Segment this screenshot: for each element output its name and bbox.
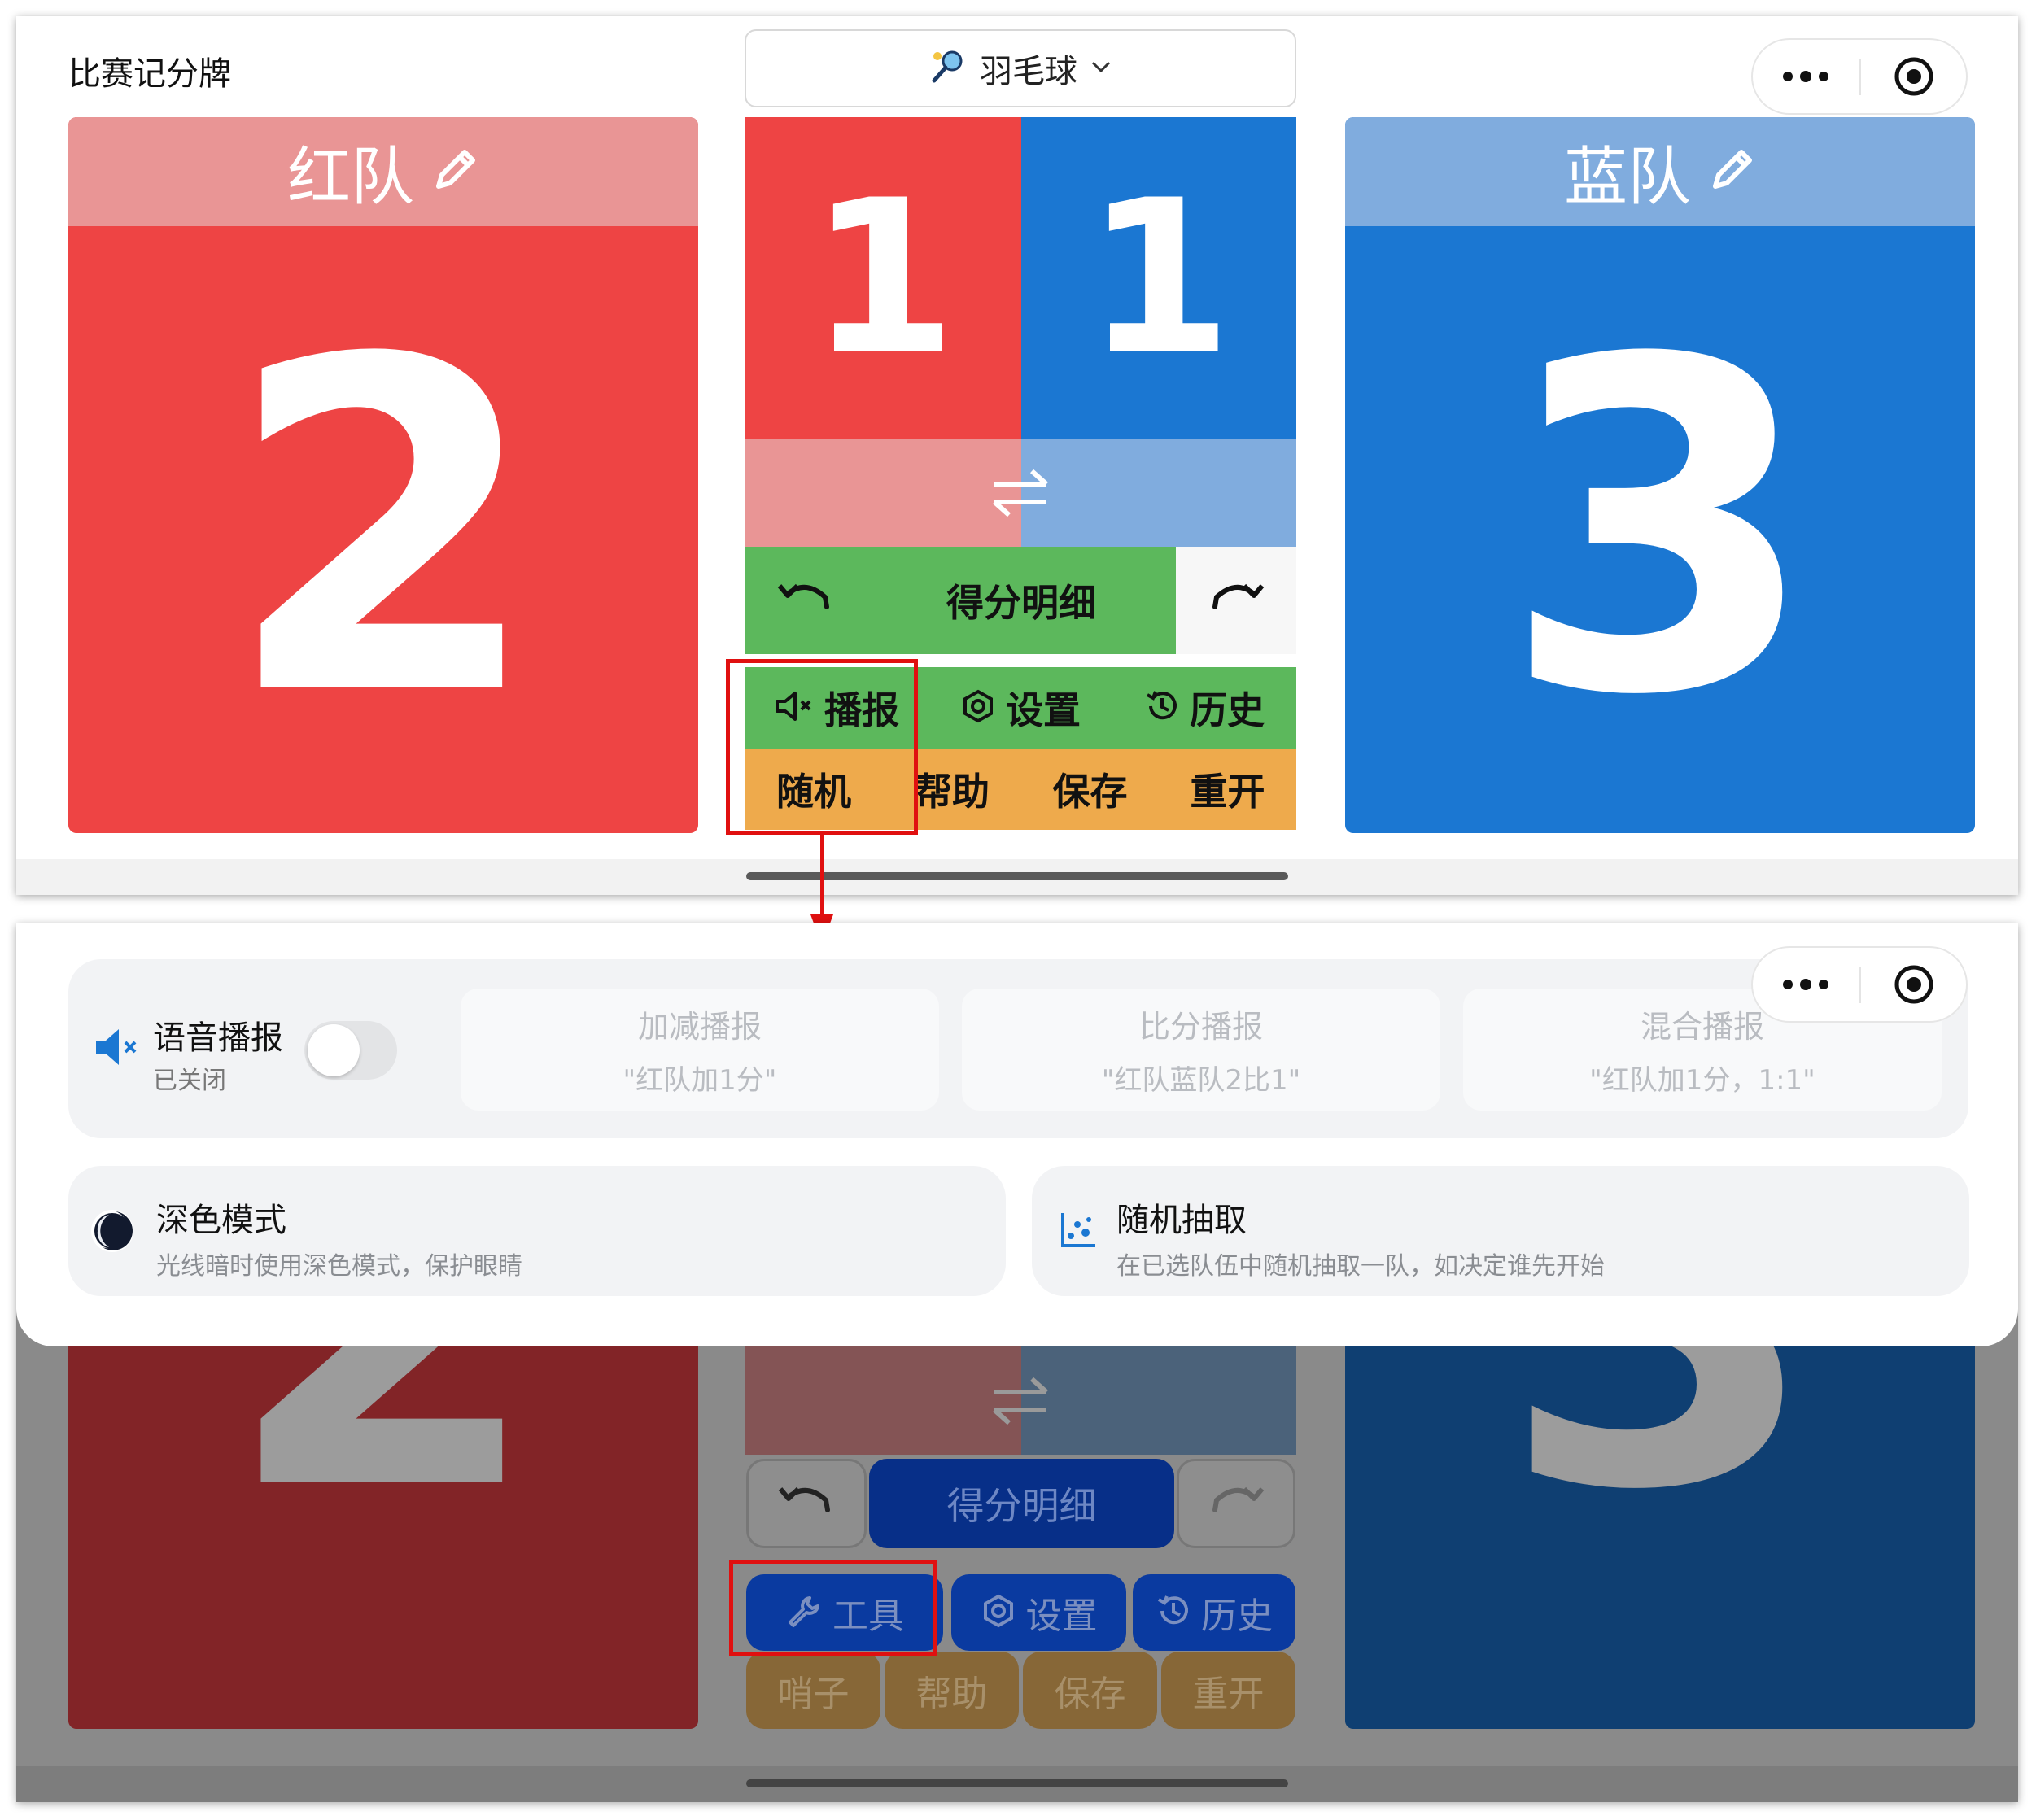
blue-team-name: 蓝队 <box>1563 141 1691 214</box>
settings-label: 设置 <box>1025 1595 1098 1637</box>
red-game-wins[interactable]: 1 <box>745 117 1021 439</box>
dim-settings-button: 设置 <box>951 1574 1126 1651</box>
option-title: 比分播报 <box>1138 1009 1263 1045</box>
red-team-card[interactable]: 红队 2 <box>68 117 698 833</box>
redo-icon <box>1205 578 1267 623</box>
swap-icon <box>745 439 1296 547</box>
random-pick-desc: 在已选队伍中随机抽取一队，如决定谁先开始 <box>1116 1252 1605 1281</box>
undo-icon <box>776 1481 837 1526</box>
option-title: 混合播报 <box>1640 1009 1764 1045</box>
option-title: 加减播报 <box>637 1009 762 1045</box>
dark-mode-desc: 光线暗时使用深色模式，保护眼睛 <box>156 1252 522 1281</box>
scatter-icon <box>1060 1210 1099 1252</box>
redo-button[interactable] <box>1176 547 1296 654</box>
red-team-header[interactable]: 红队 <box>68 117 698 226</box>
option-sample: "红队加1分" <box>623 1064 777 1097</box>
capsule-menu <box>1751 946 1968 1023</box>
voice-status: 已关闭 <box>153 1067 226 1095</box>
tools-sheet: 语音播报 已关闭 加减播报 "红队加1分" 比分播报 "红队蓝队2比1" 混合播… <box>16 923 2018 1346</box>
blue-team-header[interactable]: 蓝队 <box>1345 117 1975 226</box>
option-add-sub[interactable]: 加减播报 "红队加1分" <box>461 989 939 1111</box>
more-icon[interactable] <box>1753 948 1859 1021</box>
random-pick-title: 随机抽取 <box>1116 1202 1247 1239</box>
blue-game-wins[interactable]: 1 <box>1021 117 1296 439</box>
app-title: 比赛记分牌 <box>68 55 231 93</box>
dark-mode-card[interactable]: 深色模式 光线暗时使用深色模式，保护眼睛 <box>68 1166 1006 1296</box>
history-button[interactable]: 历史 <box>1112 667 1296 749</box>
voice-label: 语音播报 <box>153 1019 283 1057</box>
swap-icon <box>745 1346 1296 1455</box>
red-score[interactable]: 2 <box>68 226 698 833</box>
highlight-box <box>726 659 918 835</box>
blue-score[interactable]: 3 <box>1345 226 1975 833</box>
moon-icon <box>90 1208 135 1257</box>
score-detail-button[interactable]: 得分明细 <box>867 547 1176 654</box>
dim-save-button: 保存 <box>1023 1652 1157 1729</box>
chevron-down-icon <box>1090 59 1112 77</box>
history-icon <box>1144 688 1180 727</box>
record-icon[interactable] <box>1862 948 1966 1021</box>
history-icon <box>1156 1593 1191 1632</box>
pencil-icon[interactable] <box>430 146 479 198</box>
option-sample: "红队加1分，1:1" <box>1589 1064 1815 1097</box>
dim-help-button: 帮助 <box>885 1652 1019 1729</box>
gear-icon <box>981 1593 1016 1632</box>
capsule-menu <box>1751 38 1968 115</box>
pencil-icon[interactable] <box>1707 146 1756 198</box>
voice-broadcast-card: 语音播报 已关闭 加减播报 "红队加1分" 比分播报 "红队蓝队2比1" 混合播… <box>68 959 1968 1138</box>
swap-sides-button[interactable] <box>745 439 1296 547</box>
dim-red-card: 2 <box>68 1290 698 1729</box>
sport-label: 羽毛球 <box>980 53 1077 90</box>
more-icon[interactable] <box>1753 40 1859 113</box>
dim-blue-card: 3 <box>1345 1290 1975 1729</box>
bottom-screen: 2 3 得分明细 工具 设置 历史 哨子 帮助 保存 重开 语音播报 已关闭 加… <box>16 923 2018 1802</box>
voice-toggle[interactable] <box>304 1021 397 1080</box>
record-icon[interactable] <box>1862 40 1966 113</box>
blue-team-card[interactable]: 蓝队 3 <box>1345 117 1975 833</box>
dim-whistle-button: 哨子 <box>746 1652 880 1729</box>
badminton-icon <box>929 48 967 89</box>
option-sample: "红队蓝队2比1" <box>1101 1064 1301 1097</box>
history-label: 历史 <box>1190 688 1265 732</box>
undo-button[interactable] <box>745 547 867 654</box>
dim-restart-button: 重开 <box>1161 1652 1295 1729</box>
dim-history-button: 历史 <box>1133 1574 1295 1651</box>
history-label: 历史 <box>1201 1595 1273 1637</box>
dark-mode-title: 深色模式 <box>156 1202 286 1239</box>
option-score[interactable]: 比分播报 "红队蓝队2比1" <box>962 989 1440 1111</box>
highlight-box <box>729 1560 937 1656</box>
save-button[interactable]: 保存 <box>1021 749 1159 830</box>
gear-icon <box>960 688 996 727</box>
undo-icon <box>775 578 837 623</box>
dim-redo-button <box>1177 1459 1295 1548</box>
redo-icon <box>1205 1481 1267 1526</box>
home-indicator <box>746 1779 1288 1787</box>
red-team-name: 红队 <box>286 141 414 214</box>
settings-label: 设置 <box>1006 688 1081 732</box>
dim-undo-button <box>746 1459 867 1548</box>
top-screen: 比赛记分牌 羽毛球 红队 2 蓝队 3 1 1 得分明细 播报 设置 历史 随机… <box>16 16 2018 895</box>
sport-selector[interactable]: 羽毛球 <box>745 29 1296 107</box>
dim-swap <box>745 1346 1296 1455</box>
speaker-mute-icon <box>94 1028 138 1070</box>
dim-detail-button: 得分明细 <box>869 1459 1174 1548</box>
settings-button[interactable]: 设置 <box>928 667 1112 749</box>
restart-button[interactable]: 重开 <box>1159 749 1296 830</box>
random-pick-card[interactable]: 随机抽取 在已选队伍中随机抽取一队，如决定谁先开始 <box>1032 1166 1969 1296</box>
